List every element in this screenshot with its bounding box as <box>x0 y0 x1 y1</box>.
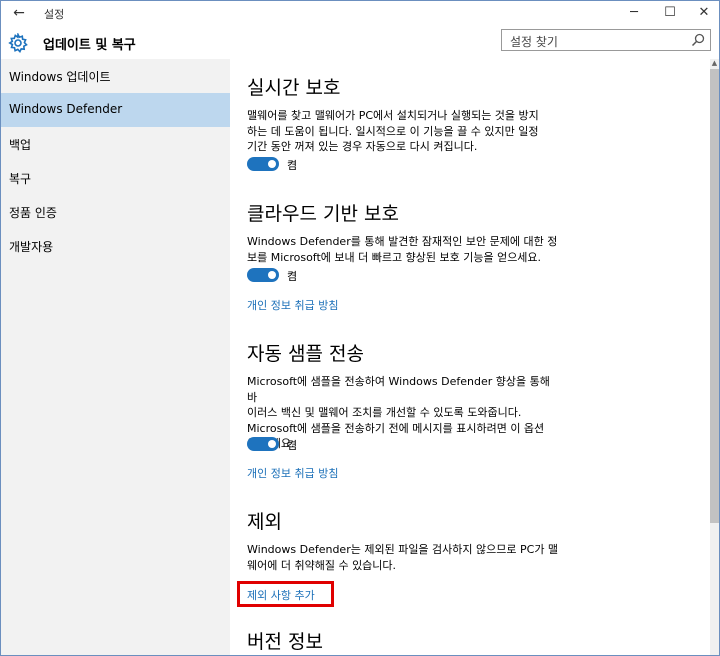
close-button[interactable]: ✕ <box>687 1 719 25</box>
sidebar-item-recovery[interactable]: 복구 <box>1 161 230 195</box>
search-input[interactable]: 설정 찾기 <box>501 29 711 51</box>
cloud-toggle[interactable] <box>247 268 279 282</box>
sidebar: Windows 업데이트 Windows Defender 백업 복구 정품 인… <box>1 59 230 655</box>
sidebar-item-label: 정품 인증 <box>9 206 57 220</box>
page-title: 업데이트 및 복구 <box>43 38 136 53</box>
settings-window: ← 설정 ─ ☐ ✕ 업데이트 및 복구 설정 찾기 Windows 업데이트 … <box>0 0 720 656</box>
search-placeholder: 설정 찾기 <box>510 35 558 49</box>
desc-line: 보를 Microsoft에 보내 더 빠르고 향상된 보호 기능을 얻으세요. <box>247 250 542 264</box>
desc-line: 기간 동안 꺼져 있는 경우 자동으로 다시 켜집니다. <box>247 140 478 153</box>
section-title-exclusion: 제외 <box>247 511 282 533</box>
scroll-up-arrow-icon[interactable]: ▲ <box>710 59 719 68</box>
sidebar-item-label: 백업 <box>9 138 32 152</box>
desc-line: Microsoft에 샘플을 전송하여 Windows Defender 향상을… <box>247 375 550 404</box>
scrollbar[interactable]: ▲ <box>710 59 719 655</box>
main-content: 실시간 보호 맬웨어를 찾고 맬웨어가 PC에서 설치되거나 실행되는 것을 방… <box>230 59 710 655</box>
sample-privacy-link[interactable]: 개인 정보 취급 방침 <box>247 465 338 481</box>
desc-line: Windows Defender는 제외된 파일을 검사하지 않으므로 PC가 … <box>247 543 559 556</box>
sidebar-item-label: Windows Defender <box>9 102 123 116</box>
cloud-description: Windows Defender를 통해 발견한 잠재적인 보안 문제에 대한 … <box>247 234 562 265</box>
search-icon[interactable] <box>690 32 706 48</box>
desc-line: Windows Defender를 통해 발견한 잠재적인 보안 문제에 대한 … <box>247 235 558 248</box>
section-title-sample: 자동 샘플 전송 <box>247 343 364 365</box>
sample-toggle[interactable] <box>247 437 279 451</box>
exclusion-description: Windows Defender는 제외된 파일을 검사하지 않으므로 PC가 … <box>247 542 562 573</box>
window-title: 설정 <box>44 8 65 21</box>
sample-toggle-label: 켬 <box>287 439 298 452</box>
gear-icon <box>8 33 28 53</box>
sidebar-item-backup[interactable]: 백업 <box>1 127 230 161</box>
section-title-cloud: 클라우드 기반 보호 <box>247 203 399 225</box>
sidebar-item-label: Windows 업데이트 <box>9 70 111 84</box>
sidebar-item-label: 복구 <box>9 172 32 186</box>
realtime-toggle[interactable] <box>247 157 279 171</box>
page-header: 업데이트 및 복구 설정 찾기 <box>1 25 719 59</box>
desc-line: 맬웨어를 찾고 맬웨어가 PC에서 설치되거나 실행되는 것을 방지 <box>247 109 539 122</box>
desc-line: 이러스 백신 및 맬웨어 조치를 개선할 수 있도록 도와줍니다. <box>247 406 522 419</box>
minimize-button[interactable]: ─ <box>617 1 651 25</box>
sidebar-item-windows-defender[interactable]: Windows Defender <box>1 93 230 127</box>
cloud-toggle-label: 켬 <box>287 270 298 283</box>
sidebar-item-label: 개발자용 <box>9 240 54 254</box>
maximize-button[interactable]: ☐ <box>653 1 687 25</box>
desc-line: Microsoft에 샘플을 전송하기 전에 메시지를 표시하려면 이 옵션 <box>247 421 545 435</box>
desc-line: 하는 데 도움이 됩니다. 일시적으로 이 기능을 끌 수 있지만 일정 <box>247 124 539 138</box>
realtime-description: 맬웨어를 찾고 맬웨어가 PC에서 설치되거나 실행되는 것을 방지 하는 데 … <box>247 108 562 155</box>
section-title-version: 버전 정보 <box>247 631 323 653</box>
sidebar-item-windows-update[interactable]: Windows 업데이트 <box>1 59 230 93</box>
scroll-thumb[interactable] <box>710 69 719 523</box>
section-title-realtime: 실시간 보호 <box>247 77 341 99</box>
sidebar-item-activation[interactable]: 정품 인증 <box>1 195 230 229</box>
desc-line: 웨어에 더 취약해질 수 있습니다. <box>247 558 397 572</box>
highlight-box <box>237 581 334 607</box>
back-button[interactable]: ← <box>9 3 29 23</box>
sidebar-item-for-developers[interactable]: 개발자용 <box>1 229 230 263</box>
title-bar: ← 설정 ─ ☐ ✕ <box>1 1 719 25</box>
realtime-toggle-label: 켬 <box>287 159 298 172</box>
cloud-privacy-link[interactable]: 개인 정보 취급 방침 <box>247 297 338 313</box>
